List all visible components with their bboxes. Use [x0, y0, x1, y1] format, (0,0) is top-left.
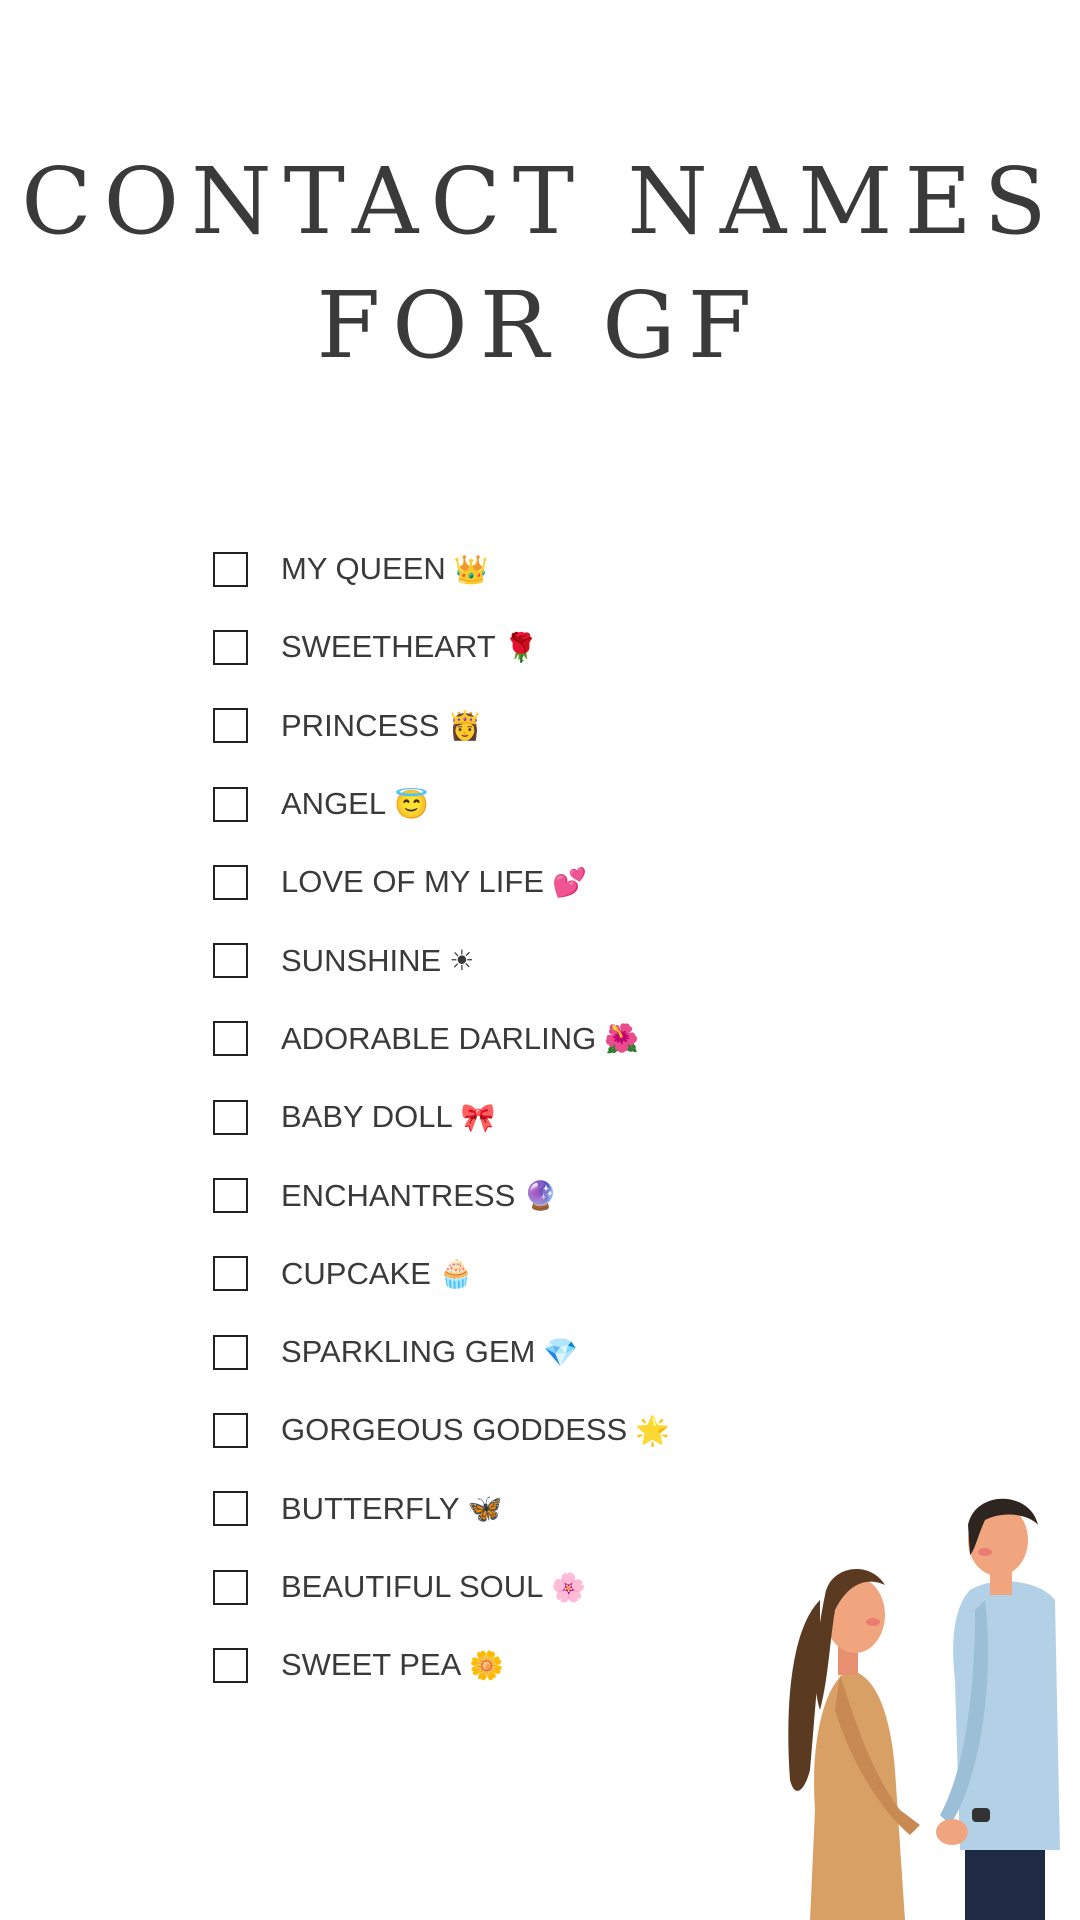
contact-name-checklist: MY QUEEN 👑 SWEETHEART 🌹 PRINCESS 👸 ANGEL 😇 L…: [213, 530, 670, 1704]
item-label: SWEETHEART: [281, 629, 496, 665]
princess-icon: 👸: [447, 710, 483, 742]
checkbox[interactable]: [213, 1491, 248, 1527]
list-item[interactable]: ANGEL 😇: [213, 765, 670, 843]
list-item[interactable]: SWEET PEA 🌼: [213, 1626, 670, 1704]
item-label: SUNSHINE: [281, 942, 442, 978]
ribbon-icon: 🎀: [460, 1101, 496, 1133]
glowing-star-icon: 🌟: [635, 1414, 671, 1446]
list-item[interactable]: MY QUEEN 👑: [213, 530, 670, 608]
checkbox[interactable]: [213, 1178, 248, 1214]
list-item[interactable]: BABY DOLL 🎀: [213, 1078, 670, 1156]
item-label: LOVE OF MY LIFE: [281, 864, 545, 900]
cupcake-icon: 🧁: [438, 1258, 474, 1290]
checkbox[interactable]: [213, 864, 248, 900]
list-item[interactable]: LOVE OF MY LIFE 💕: [213, 843, 670, 921]
item-label: SWEET PEA: [281, 1647, 462, 1683]
checkbox[interactable]: [213, 1569, 248, 1605]
checkbox[interactable]: [213, 1334, 248, 1370]
checkbox[interactable]: [213, 629, 248, 665]
checkbox[interactable]: [213, 1099, 248, 1135]
crown-icon: 👑: [453, 553, 489, 585]
item-label: CUPCAKE: [281, 1255, 431, 1291]
list-item[interactable]: SUNSHINE ☀: [213, 921, 670, 999]
crystal-ball-icon: 🔮: [523, 1180, 559, 1212]
butterfly-icon: 🦋: [467, 1493, 503, 1525]
checkbox[interactable]: [213, 551, 248, 587]
daisy-icon: 🌼: [469, 1649, 505, 1681]
sun-icon: ☀: [449, 945, 475, 977]
item-label: SPARKLING GEM: [281, 1334, 536, 1370]
woman-figure: [788, 1568, 920, 1920]
two-hearts-icon: 💕: [552, 866, 587, 898]
list-item[interactable]: BUTTERFLY 🦋: [213, 1470, 670, 1548]
checkbox[interactable]: [213, 943, 248, 979]
list-item[interactable]: SPARKLING GEM 💎: [213, 1313, 670, 1391]
list-item[interactable]: ENCHANTRESS 🔮: [213, 1156, 670, 1234]
list-item[interactable]: BEAUTIFUL SOUL 🌸: [213, 1548, 670, 1626]
item-label: BUTTERFLY: [281, 1490, 460, 1526]
page-title: CONTACT NAMES FOR GF: [0, 140, 1080, 388]
held-hands: [936, 1819, 968, 1845]
item-label: ADORABLE DARLING: [281, 1020, 597, 1056]
checkbox[interactable]: [213, 1021, 248, 1057]
title-line-2: FOR GF: [316, 272, 764, 379]
item-label: ANGEL: [281, 786, 387, 822]
item-label: BABY DOLL: [281, 1099, 453, 1135]
gem-icon: 💎: [543, 1336, 579, 1368]
checkbox[interactable]: [213, 786, 248, 822]
checkbox[interactable]: [213, 1647, 248, 1683]
item-label: ENCHANTRESS: [281, 1177, 516, 1213]
checkbox[interactable]: [213, 1412, 248, 1448]
list-item[interactable]: ADORABLE DARLING 🌺: [213, 1000, 670, 1078]
angel-face-icon: 😇: [394, 788, 429, 820]
item-label: GORGEOUS GODDESS: [281, 1412, 628, 1448]
item-label: BEAUTIFUL SOUL: [281, 1569, 544, 1604]
rose-icon: 🌹: [503, 631, 539, 663]
list-item[interactable]: PRINCESS 👸: [213, 687, 670, 765]
couple-illustration: [788, 1498, 1060, 1920]
list-item[interactable]: CUPCAKE 🧁: [213, 1235, 670, 1313]
list-item[interactable]: GORGEOUS GODDESS 🌟: [213, 1391, 670, 1469]
item-label: PRINCESS: [281, 707, 440, 743]
title-line-1: CONTACT NAMES: [21, 148, 1059, 255]
item-label: MY QUEEN: [281, 551, 446, 587]
cherry-blossom-icon: 🌸: [551, 1571, 587, 1603]
hibiscus-icon: 🌺: [604, 1023, 640, 1055]
man-figure: [940, 1498, 1060, 1920]
checkbox[interactable]: [213, 1256, 248, 1292]
checkbox[interactable]: [213, 708, 248, 744]
list-item[interactable]: SWEETHEART 🌹: [213, 608, 670, 686]
